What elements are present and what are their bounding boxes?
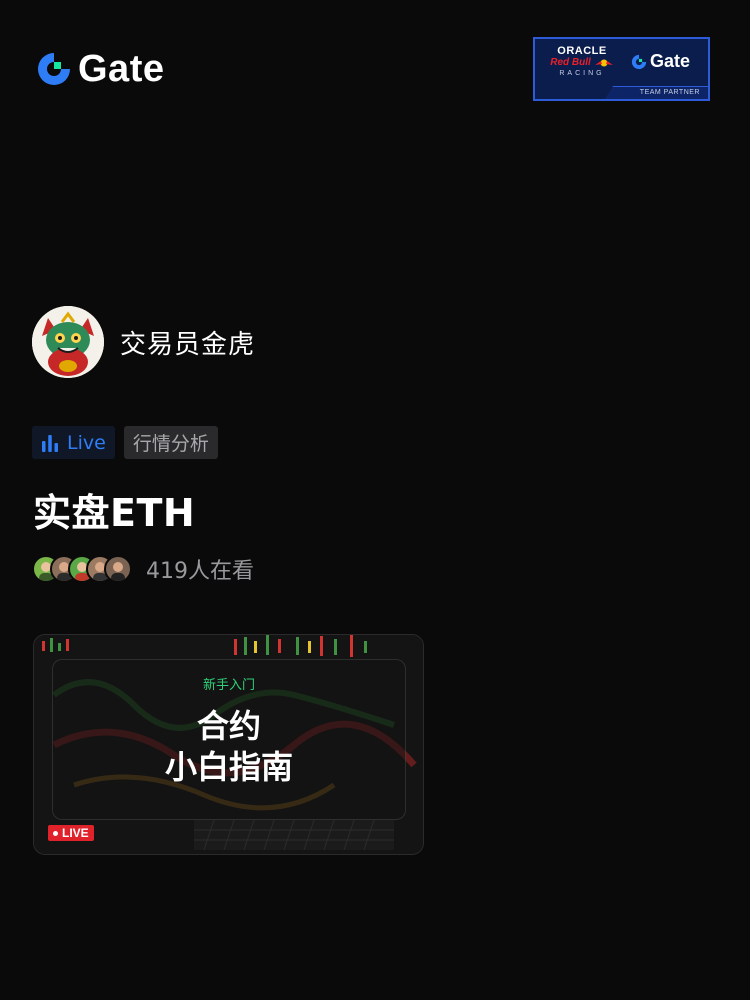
viewer-avatar <box>104 555 132 583</box>
live-stream-share-page: Gate ORACLE Red Bull RACING Gate TEAM PA… <box>0 0 750 1000</box>
viewer-avatar-stack <box>32 555 132 583</box>
gate-logo: Gate <box>36 50 164 88</box>
viewer-info: 419人在看 <box>32 553 254 585</box>
live-dot-icon <box>53 830 58 836</box>
live-tag-label: Live <box>67 431 106 454</box>
team-partner-label: TEAM PARTNER <box>605 86 708 99</box>
partner-gate-text: Gate <box>650 51 691 71</box>
thumbnail-headline-line1: 合约 <box>196 707 261 745</box>
stream-title: 实盘ETH <box>33 491 196 535</box>
brand-name: Gate <box>78 48 165 90</box>
partner-redbull-row: Red Bull <box>541 57 623 69</box>
streamer-avatar[interactable] <box>32 306 104 378</box>
keyboard-pattern <box>194 819 394 851</box>
tiger-mascot-avatar-icon <box>32 306 104 378</box>
partner-gate-logo: Gate <box>631 51 690 72</box>
gate-logo-icon <box>38 53 70 85</box>
stream-thumbnail[interactable]: 新手入门 合约 小白指南 LIVE <box>33 634 424 855</box>
category-tag-label: 行情分析 <box>132 433 209 455</box>
category-tag[interactable]: 行情分析 <box>123 426 218 459</box>
stream-tags: Live 行情分析 <box>32 426 218 459</box>
oracle-redbull-racing-logo: ORACLE Red Bull RACING <box>541 45 623 79</box>
live-bars-icon <box>42 434 58 452</box>
partner-racing-text: RACING <box>559 70 605 77</box>
viewer-count: 419人在看 <box>146 559 254 584</box>
streamer-profile[interactable]: 交易员金虎 <box>32 306 255 378</box>
thumbnail-subtitle: 新手入门 <box>202 678 255 693</box>
streamer-name[interactable]: 交易员金虎 <box>120 324 255 361</box>
partner-oracle-text: ORACLE <box>557 45 607 57</box>
thumbnail-caption-card: 新手入门 合约 小白指南 <box>52 659 406 820</box>
live-badge: LIVE <box>48 825 94 841</box>
gate-logo-small-icon <box>631 54 647 69</box>
live-tag: Live <box>32 426 115 459</box>
live-badge-label: LIVE <box>62 826 89 840</box>
bulls-icon <box>594 59 613 67</box>
team-partner-badge: ORACLE Red Bull RACING Gate TEAM PARTNER <box>533 37 710 101</box>
partner-redbull-text: Red Bull <box>550 57 591 68</box>
thumbnail-headline-line2: 小白指南 <box>164 748 293 786</box>
